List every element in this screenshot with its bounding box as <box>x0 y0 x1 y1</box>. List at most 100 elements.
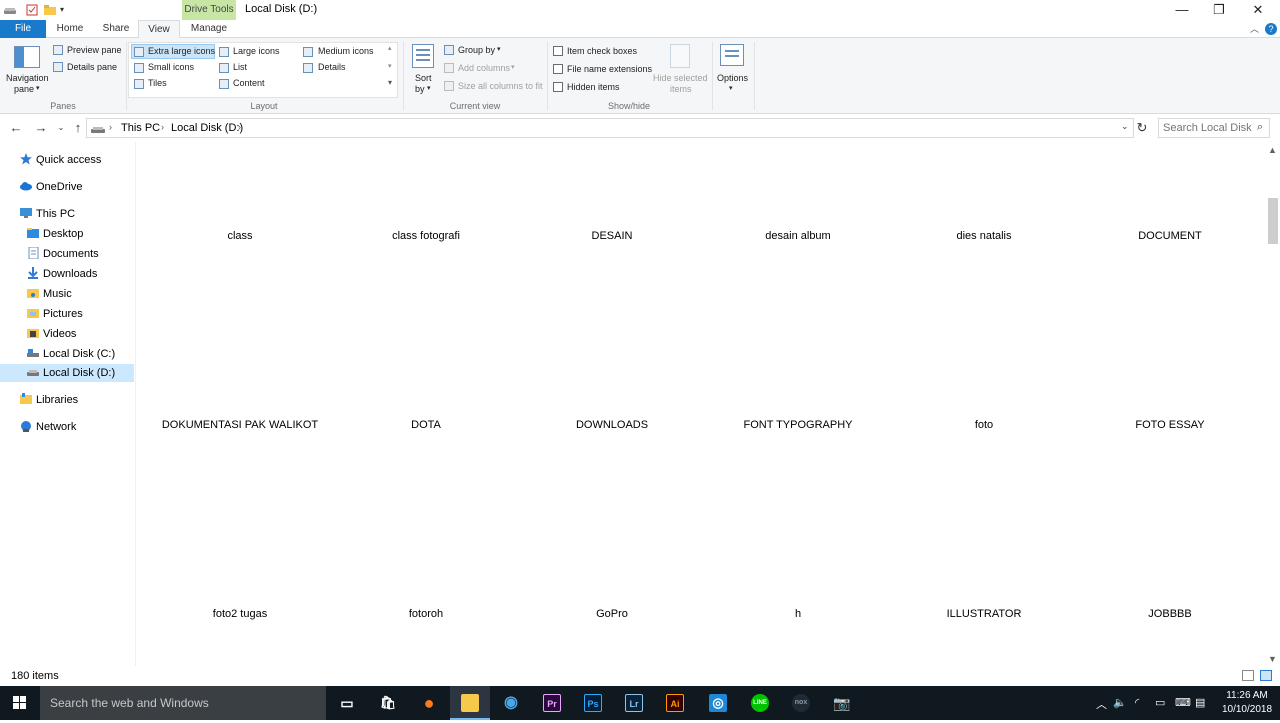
details-view-icon[interactable] <box>1242 670 1254 681</box>
layout-extra-large-icons[interactable]: Extra large icons <box>148 46 215 56</box>
nav-quick-access[interactable]: Quick access <box>20 151 101 169</box>
scroll-up-icon[interactable]: ▲ <box>1265 145 1280 155</box>
help-icon[interactable]: ? <box>1265 23 1277 35</box>
restore-button[interactable]: ❐ <box>1199 0 1239 20</box>
folder-item[interactable]: DESAIN <box>524 230 700 242</box>
taskbar-store[interactable]: 🛍 <box>368 686 408 720</box>
navigation-pane-icon[interactable] <box>14 46 40 68</box>
back-arrow-icon[interactable]: ← <box>8 120 24 136</box>
scroll-down-icon[interactable]: ▼ <box>1265 654 1280 664</box>
nav-onedrive[interactable]: OneDrive <box>20 178 82 196</box>
search-input[interactable] <box>1163 119 1255 137</box>
nav-music[interactable]: Music <box>27 285 72 303</box>
tab-manage[interactable]: Manage <box>184 20 234 38</box>
options-button[interactable]: Options <box>717 73 748 83</box>
taskbar-file-explorer[interactable] <box>450 686 490 720</box>
chevron-right-icon[interactable]: › <box>109 122 112 132</box>
layout-tiles[interactable]: Tiles <box>148 78 167 88</box>
up-arrow-icon[interactable]: ↑ <box>70 120 86 136</box>
folder-item[interactable]: desain album <box>710 230 886 242</box>
details-pane-button[interactable]: Details pane <box>67 62 117 72</box>
customize-toolbar-icon[interactable]: ▾ <box>60 4 72 16</box>
folder-item[interactable]: DOKUMENTASI PAK WALIKOT <box>152 419 328 431</box>
folder-item[interactable]: class <box>152 230 328 242</box>
folder-item[interactable]: ILLUSTRATOR <box>896 608 1072 620</box>
recent-locations-icon[interactable]: ⌄ <box>53 120 69 136</box>
layout-content[interactable]: Content <box>233 78 265 88</box>
volume-icon[interactable]: 🔈 <box>1113 696 1127 709</box>
task-view-button[interactable]: ▭ <box>327 686 367 720</box>
taskbar-line[interactable]: LINE <box>740 686 780 720</box>
folder-item[interactable]: JOBBBB <box>1082 608 1258 620</box>
tab-home[interactable]: Home <box>50 20 90 38</box>
gallery-expand-icon[interactable]: ▾ <box>388 78 392 87</box>
taskbar-lightroom[interactable]: Lr <box>614 686 654 720</box>
breadcrumb-local-disk-d[interactable]: Local Disk (D:) <box>171 122 243 134</box>
sort-by-label-2[interactable]: by <box>415 84 425 94</box>
collapse-ribbon-icon[interactable]: ︿ <box>1250 22 1259 35</box>
taskbar-camera[interactable]: 📷 <box>822 686 862 720</box>
group-by-button[interactable]: Group by <box>458 45 495 55</box>
folder-item[interactable]: h <box>710 608 886 620</box>
taskbar-illustrator[interactable]: Ai <box>655 686 695 720</box>
power-icon[interactable]: ▭ <box>1155 696 1165 709</box>
taskbar-search[interactable]: Search the web and Windows <box>40 686 326 720</box>
folder-item[interactable]: GoPro <box>524 608 700 620</box>
taskbar-premiere[interactable]: Pr <box>532 686 572 720</box>
minimize-button[interactable]: — <box>1162 0 1202 20</box>
large-icons-view-icon[interactable] <box>1260 670 1272 681</box>
drive-icon[interactable] <box>4 4 16 16</box>
layout-details[interactable]: Details <box>318 62 346 72</box>
refresh-icon[interactable]: ↻ <box>1134 120 1150 136</box>
nav-pictures[interactable]: Pictures <box>27 305 83 323</box>
tab-share[interactable]: Share <box>96 20 136 38</box>
scrollbar-thumb[interactable] <box>1268 198 1278 244</box>
nav-downloads[interactable]: Downloads <box>27 265 97 283</box>
folder-item[interactable]: foto2 tugas <box>152 608 328 620</box>
clock[interactable]: 11:26 AM 10/10/2018 <box>1216 689 1278 717</box>
nav-local-disk-d[interactable]: Local Disk (D:) <box>0 364 134 382</box>
folder-item[interactable]: class fotografi <box>338 230 514 242</box>
dropdown-arrow-icon[interactable]: ▾ <box>497 45 501 53</box>
sort-by-button[interactable]: Sort <box>415 73 432 83</box>
folder-item[interactable]: FOTO ESSAY <box>1082 419 1258 431</box>
search-box[interactable]: ⌕ <box>1158 118 1270 138</box>
folder-item[interactable]: foto <box>896 419 1072 431</box>
nav-videos[interactable]: Videos <box>27 325 76 343</box>
dropdown-arrow-icon[interactable]: ▾ <box>36 84 40 92</box>
gallery-scroll-down-icon[interactable]: ▾ <box>388 62 392 70</box>
new-folder-icon[interactable] <box>44 4 56 16</box>
folder-item[interactable]: dies natalis <box>896 230 1072 242</box>
options-icon[interactable] <box>720 44 744 66</box>
folder-item[interactable]: DOWNLOADS <box>524 419 700 431</box>
tab-file[interactable]: File <box>0 20 46 38</box>
nav-desktop[interactable]: Desktop <box>27 225 83 243</box>
taskbar-firefox[interactable]: ● <box>409 686 449 720</box>
layout-medium-icons[interactable]: Medium icons <box>318 46 374 56</box>
item-check-boxes-checkbox[interactable] <box>553 46 563 56</box>
nav-this-pc[interactable]: This PC <box>20 205 75 223</box>
layout-large-icons[interactable]: Large icons <box>233 46 280 56</box>
search-icon[interactable]: ⌕ <box>1257 121 1263 134</box>
folder-item[interactable]: DOTA <box>338 419 514 431</box>
show-hidden-icons-icon[interactable]: ︿ <box>1096 696 1107 712</box>
taskbar-photoshop[interactable]: Ps <box>573 686 613 720</box>
nav-libraries[interactable]: Libraries <box>20 391 78 409</box>
language-icon[interactable]: ⌨ <box>1175 696 1191 709</box>
address-bar[interactable]: › This PC › Local Disk (D:) › ⌄ <box>86 118 1134 138</box>
taskbar-instagram[interactable]: ◎ <box>698 686 738 720</box>
drive-tools-context-tab[interactable]: Drive Tools <box>182 0 236 20</box>
chevron-right-icon[interactable]: › <box>161 122 164 132</box>
layout-small-icons[interactable]: Small icons <box>148 62 194 72</box>
file-name-extensions-checkbox[interactable] <box>553 64 563 74</box>
gallery-scroll-up-icon[interactable]: ▴ <box>388 44 392 52</box>
wifi-icon[interactable]: ◜ <box>1135 696 1139 709</box>
breadcrumb-this-pc[interactable]: This PC <box>121 122 160 134</box>
nav-documents[interactable]: Documents <box>27 245 99 263</box>
hide-selected-items-label-2[interactable]: items <box>670 84 692 94</box>
size-all-columns-button[interactable]: Size all columns to fit <box>458 81 543 91</box>
keyboard-icon[interactable]: ▤ <box>1195 696 1205 709</box>
close-button[interactable]: ✕ <box>1238 0 1278 20</box>
tab-view[interactable]: View <box>138 20 180 39</box>
layout-list[interactable]: List <box>233 62 247 72</box>
